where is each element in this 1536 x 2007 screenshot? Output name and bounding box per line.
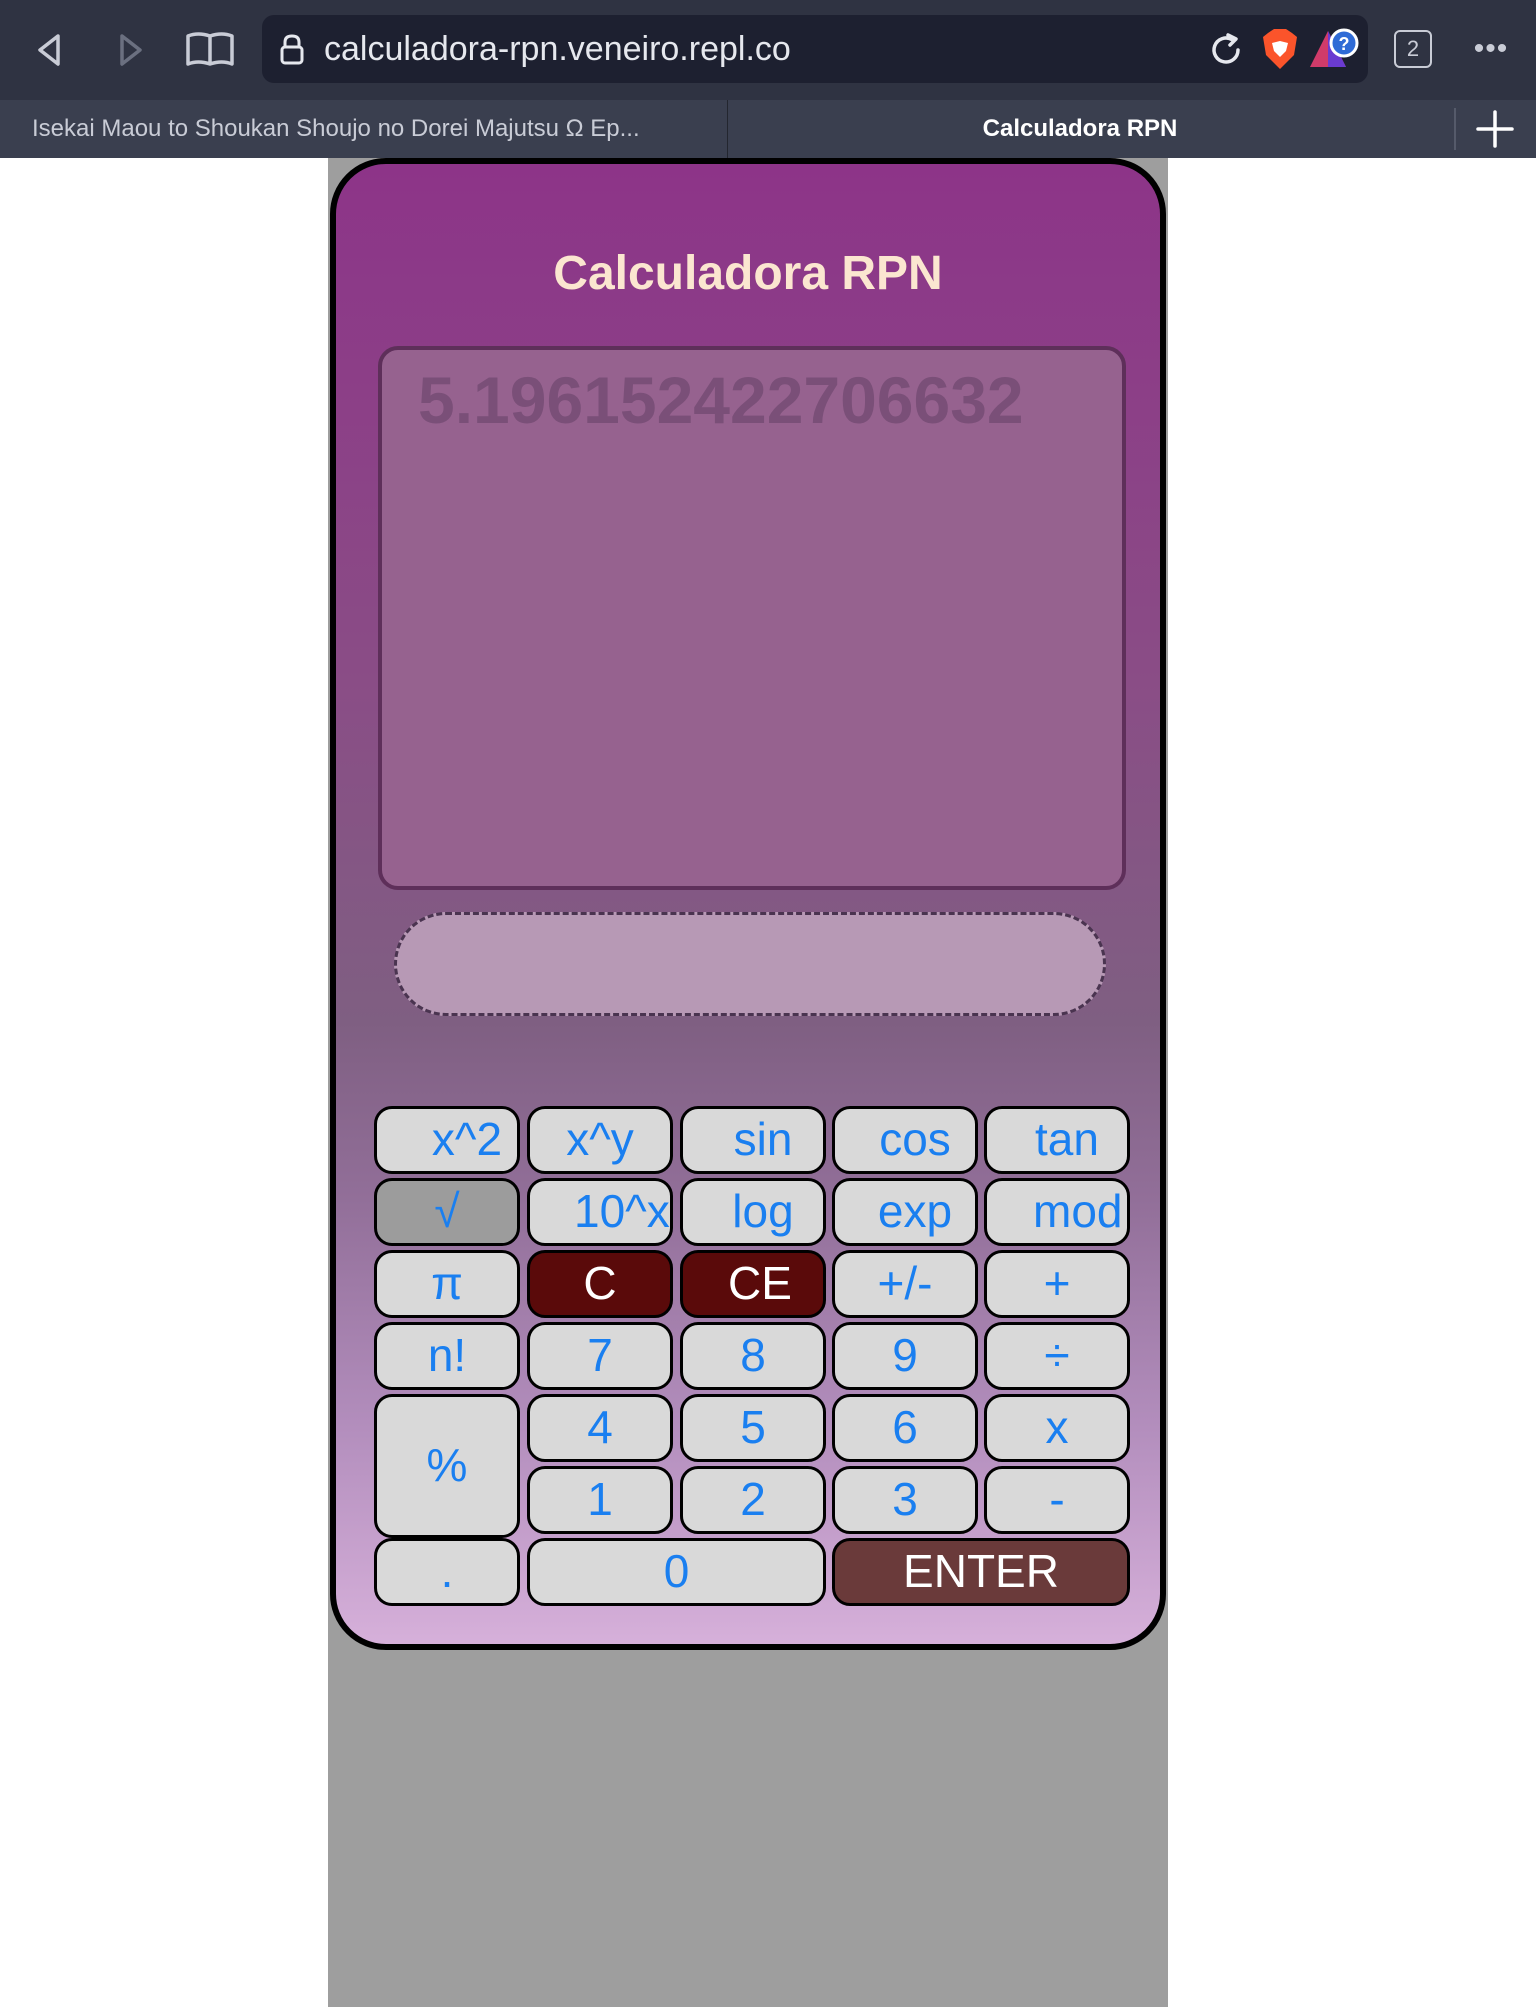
entry-field[interactable] — [394, 912, 1106, 1016]
key-3[interactable]: 3 — [832, 1466, 978, 1534]
tab-isekai[interactable]: Isekai Maou to Shoukan Shoujo no Dorei M… — [0, 100, 728, 158]
key-cos[interactable]: cos — [832, 1106, 978, 1174]
key-exp[interactable]: exp — [832, 1178, 978, 1246]
address-bar[interactable]: calculadora-rpn.veneiro.repl.co ? — [262, 15, 1368, 83]
stack-display: 5.196152422706632 — [378, 346, 1126, 890]
browser-toolbar: calculadora-rpn.veneiro.repl.co ? 2 ••• — [0, 0, 1536, 100]
key-decimal[interactable]: . — [374, 1538, 520, 1606]
back-icon[interactable] — [30, 30, 70, 70]
forward-icon[interactable] — [110, 30, 150, 70]
reload-icon[interactable] — [1206, 30, 1246, 70]
key-factorial[interactable]: n! — [374, 1322, 520, 1390]
key-8[interactable]: 8 — [680, 1322, 826, 1390]
tab-bar: Isekai Maou to Shoukan Shoujo no Dorei M… — [0, 100, 1536, 158]
tab-divider — [1454, 108, 1456, 150]
plus-icon[interactable] — [1474, 108, 1516, 150]
reader-icon[interactable] — [184, 30, 236, 70]
key-mod[interactable]: mod — [984, 1178, 1130, 1246]
calculator-title: Calculadora RPN — [553, 247, 943, 300]
rewards-icon[interactable]: ? — [1308, 27, 1362, 71]
key-pi[interactable]: π — [374, 1250, 520, 1318]
key-6[interactable]: 6 — [832, 1394, 978, 1462]
key-1[interactable]: 1 — [527, 1466, 673, 1534]
key-sin[interactable]: sin — [680, 1106, 826, 1174]
key-clear-entry[interactable]: CE — [680, 1250, 826, 1318]
tab-title: Calculadora RPN — [982, 115, 1178, 142]
key-enter[interactable]: ENTER — [832, 1538, 1130, 1606]
key-log[interactable]: log — [680, 1178, 826, 1246]
calculator: Calculadora RPN 5.196152422706632 x^2 x^… — [330, 158, 1166, 1650]
key-tan[interactable]: tan — [984, 1106, 1130, 1174]
tab-calculadora-rpn[interactable]: Calculadora RPN — [729, 100, 1431, 158]
display-value: 5.196152422706632 — [418, 363, 1024, 437]
key-subtract[interactable]: - — [984, 1466, 1130, 1534]
key-negate[interactable]: +/- — [832, 1250, 978, 1318]
key-pow10[interactable]: 10^x — [527, 1178, 673, 1246]
key-0[interactable]: 0 — [527, 1538, 826, 1606]
url-text[interactable]: calculadora-rpn.veneiro.repl.co — [324, 15, 791, 83]
key-divide[interactable]: ÷ — [984, 1322, 1130, 1390]
key-5[interactable]: 5 — [680, 1394, 826, 1462]
key-square[interactable]: x^2 — [374, 1106, 520, 1174]
lock-icon — [280, 34, 304, 65]
brave-shield-icon[interactable] — [1260, 27, 1300, 71]
key-power[interactable]: x^y — [527, 1106, 673, 1174]
key-9[interactable]: 9 — [832, 1322, 978, 1390]
key-add[interactable]: + — [984, 1250, 1130, 1318]
key-7[interactable]: 7 — [527, 1322, 673, 1390]
key-percent[interactable]: % — [374, 1394, 520, 1538]
svg-text:?: ? — [1339, 34, 1350, 54]
tabs-count-button[interactable]: 2 — [1394, 30, 1432, 68]
key-2[interactable]: 2 — [680, 1466, 826, 1534]
key-clear[interactable]: C — [527, 1250, 673, 1318]
key-sqrt[interactable]: √ — [374, 1178, 520, 1246]
more-menu-button[interactable]: ••• — [1468, 30, 1514, 70]
key-multiply[interactable]: x — [984, 1394, 1130, 1462]
key-4[interactable]: 4 — [527, 1394, 673, 1462]
